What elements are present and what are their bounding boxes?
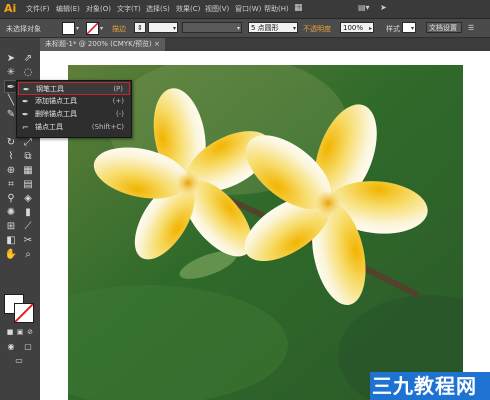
menu-object[interactable]: 对象(O) <box>86 4 111 14</box>
document-tab-title: 未标题-1* @ 200% (CMYK/预览) <box>45 40 152 48</box>
pen-tool-flyout: ✒ 钢笔工具 (P) ✒ 添加锚点工具 (+) ✒ 删除锚点工具 (-) ⌐ 锚… <box>16 80 132 138</box>
stroke-dropdown-arrow[interactable]: ▾ <box>100 25 103 32</box>
stroke-label[interactable]: 描边 <box>112 24 126 34</box>
shape-builder-tool-icon[interactable]: ⊕ <box>4 164 18 177</box>
graphic-style-dropdown[interactable]: ▾ <box>402 22 416 33</box>
selection-status: 未选择对象 <box>6 25 41 33</box>
scissors-tool-icon[interactable]: ✂ <box>21 234 35 247</box>
symbol-sprayer-tool-icon[interactable]: ✺ <box>4 206 18 219</box>
flyout-shortcut: (Shift+C) <box>91 123 124 131</box>
fill-color-swatch[interactable] <box>62 22 75 35</box>
style-label: 样式 <box>386 25 400 33</box>
stroke-swatch[interactable] <box>14 303 34 323</box>
selection-tool-icon[interactable]: ➤ <box>4 52 18 65</box>
watermark-text: 三九教程网 <box>372 374 477 398</box>
column-graph-tool-icon[interactable]: ▮ <box>21 206 35 219</box>
blend-tool-icon[interactable]: ◈ <box>21 192 35 205</box>
anchor-point-icon: ⌐ <box>22 123 29 132</box>
send-icon[interactable]: ➤ <box>380 3 387 12</box>
document-tab-bar: 未标题-1* @ 200% (CMYK/预览) × <box>40 38 490 51</box>
flyout-label: 锚点工具 <box>35 123 63 131</box>
delete-anchor-icon: ✒ <box>22 110 29 119</box>
add-anchor-icon: ✒ <box>22 97 29 106</box>
brush-value: 5 点圆形 <box>251 24 279 32</box>
draw-mode-icon[interactable]: ◉ <box>4 340 18 353</box>
stroke-weight-stepper[interactable]: ⇕ <box>134 22 146 33</box>
flyout-item-pen-tool[interactable]: ✒ 钢笔工具 (P) <box>18 82 130 95</box>
width-tool-icon[interactable]: ⌇ <box>4 150 18 163</box>
arrange-icon[interactable]: ▤▾ <box>358 3 370 12</box>
eyedropper-tool-icon[interactable]: ⚲ <box>4 192 18 205</box>
opacity-label[interactable]: 不透明度 <box>303 24 331 34</box>
close-tab-icon[interactable]: × <box>154 40 160 48</box>
stroke-color-swatch[interactable] <box>86 22 99 35</box>
menu-bar: Ai 文件(F) 编辑(E) 对象(O) 文字(T) 选择(S) 效果(C) 视… <box>0 0 490 19</box>
flyout-item-delete-anchor[interactable]: ✒ 删除锚点工具 (-) <box>18 108 130 121</box>
menu-help[interactable]: 帮助(H) <box>264 4 289 14</box>
no-stroke-icon <box>87 23 98 34</box>
direct-selection-tool-icon[interactable]: ⇗ <box>21 52 35 65</box>
opacity-value: 100% <box>343 24 364 32</box>
screen-mode-icon[interactable]: ▢ <box>21 340 35 353</box>
lasso-tool-icon[interactable]: ◌ <box>21 66 35 79</box>
menu-edit[interactable]: 编辑(E) <box>56 4 80 14</box>
control-bar: 未选择对象 ▾ ▾ 描边 ⇕ ▾ ▾ 5 点圆形 ▾ 不透明度 100% ▸ 样式 … <box>0 19 490 38</box>
stroke-weight-input[interactable]: ▾ <box>148 22 178 33</box>
opacity-input[interactable]: 100% ▸ <box>340 22 374 33</box>
eraser-tool-icon[interactable]: ◧ <box>4 234 18 247</box>
flyout-shortcut: (+) <box>112 97 124 105</box>
variable-width-dropdown[interactable]: ▾ <box>182 22 242 33</box>
magic-wand-tool-icon[interactable]: ✳ <box>4 66 18 79</box>
document-tab[interactable]: 未标题-1* @ 200% (CMYK/预览) × <box>40 38 165 51</box>
flyout-item-add-anchor[interactable]: ✒ 添加锚点工具 (+) <box>18 95 130 108</box>
menu-window[interactable]: 窗口(W) <box>235 4 261 14</box>
flyout-label: 删除锚点工具 <box>35 110 77 118</box>
artboard-tool-icon[interactable]: ⊞ <box>4 220 18 233</box>
menu-view[interactable]: 视图(V) <box>205 4 229 14</box>
gradient-tool-icon[interactable]: ▤ <box>21 178 35 191</box>
flyout-label: 添加锚点工具 <box>35 97 77 105</box>
none-mode-icon[interactable]: ⊘ <box>23 326 37 339</box>
menu-type[interactable]: 文字(T) <box>117 4 141 14</box>
fill-dropdown-arrow[interactable]: ▾ <box>76 25 79 32</box>
hand-tool-icon[interactable]: ✋ <box>4 248 18 261</box>
menu-select[interactable]: 选择(S) <box>146 4 170 14</box>
preferences-icon[interactable]: ☰ <box>468 24 474 32</box>
change-screen-mode-icon[interactable]: ▭ <box>12 354 26 367</box>
free-transform-tool-icon[interactable]: ⧉ <box>21 150 35 163</box>
brush-definition-dropdown[interactable]: 5 点圆形 ▾ <box>248 22 298 33</box>
menu-file[interactable]: 文件(F) <box>26 4 50 14</box>
flyout-item-anchor-point[interactable]: ⌐ 锚点工具 (Shift+C) <box>18 121 130 134</box>
app-logo: Ai <box>4 2 17 15</box>
document-setup-button[interactable]: 文档设置 <box>426 22 462 33</box>
zoom-tool-icon[interactable]: ⌕ <box>21 248 35 261</box>
perspective-grid-tool-icon[interactable]: ▦ <box>21 164 35 177</box>
menu-effect[interactable]: 效果(C) <box>176 4 200 14</box>
bridge-icon[interactable]: ▦ <box>294 3 303 13</box>
slice-tool-icon[interactable]: ⟋ <box>21 220 35 233</box>
mesh-tool-icon[interactable]: ⌗ <box>4 178 18 191</box>
flyout-shortcut: (-) <box>116 110 124 118</box>
